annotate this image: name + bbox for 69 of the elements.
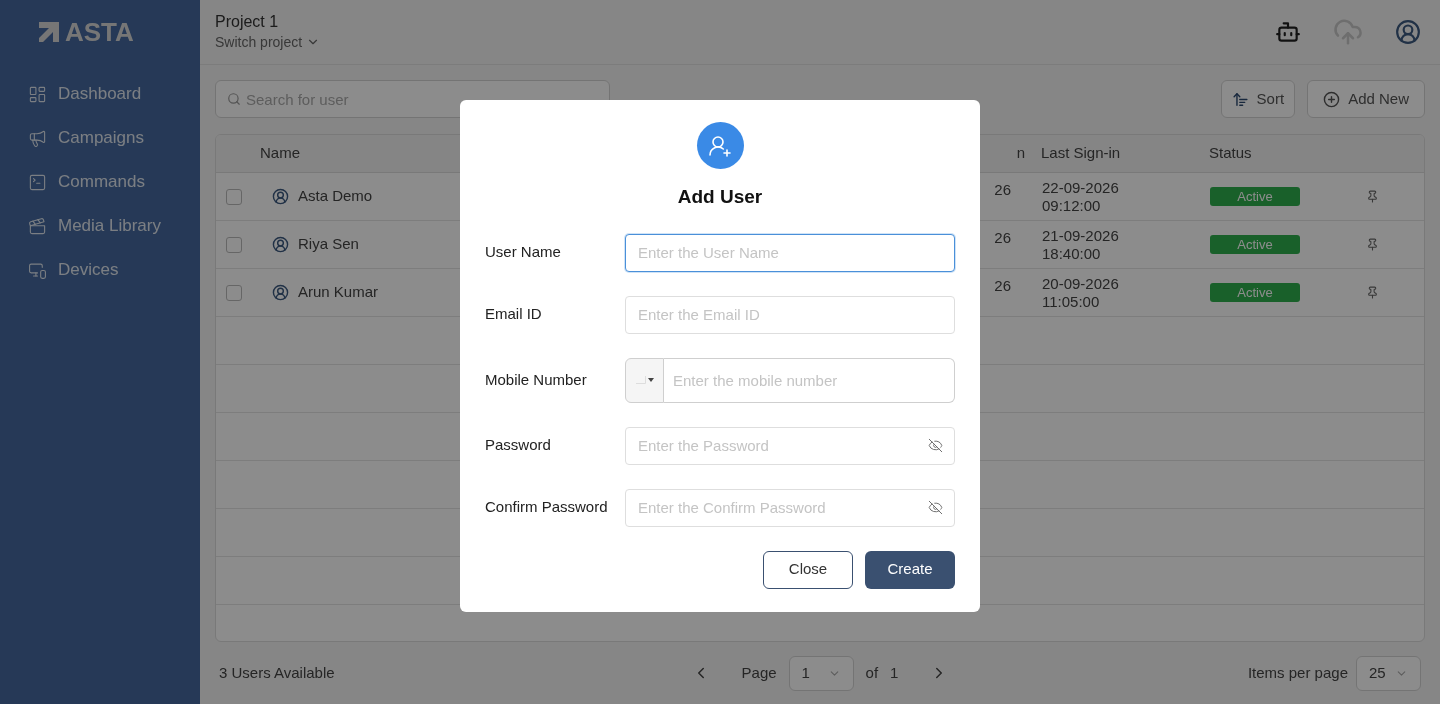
table-cell-text: 26 bbox=[994, 180, 1011, 200]
user-icon bbox=[272, 284, 289, 301]
sidebar-item[interactable]: Devices bbox=[28, 258, 200, 282]
caret-icon bbox=[647, 378, 654, 382]
add-user-icon bbox=[696, 122, 744, 169]
row-checkbox[interactable] bbox=[226, 284, 242, 301]
switch-project-button[interactable]: Switch project bbox=[215, 32, 321, 52]
eye-off-icon[interactable] bbox=[928, 437, 943, 453]
user-icon bbox=[272, 188, 289, 205]
password-field[interactable]: Enter the Password bbox=[625, 426, 955, 465]
sort-icon bbox=[1231, 90, 1249, 108]
row-checkbox[interactable] bbox=[226, 236, 242, 253]
column-header: Last Sign-in bbox=[1041, 143, 1122, 164]
table-cell-text: 22-09-2026 09:12:00 bbox=[1042, 178, 1120, 215]
table-cell-text: 20-09-2026 11:05:00 bbox=[1042, 274, 1120, 311]
avatar-icon[interactable] bbox=[1395, 19, 1421, 45]
status-badge: Active bbox=[1210, 235, 1300, 254]
pin-icon[interactable] bbox=[1366, 238, 1379, 251]
terminal-icon bbox=[28, 172, 47, 192]
column-header: Status bbox=[1209, 143, 1252, 164]
column-header: n bbox=[1015, 143, 1026, 164]
sort-button[interactable]: Sort bbox=[1220, 80, 1296, 118]
page-select[interactable]: 1 bbox=[788, 655, 854, 691]
sidebar-item[interactable]: Dashboard bbox=[28, 82, 200, 106]
items-per-page-select[interactable]: 25 bbox=[1356, 655, 1421, 691]
sidebar-item[interactable]: Media Library bbox=[28, 214, 200, 238]
table-cell-text: Arun Kumar bbox=[298, 282, 379, 303]
users-count: 3 Users Available bbox=[219, 662, 336, 683]
table-cell-text: Asta Demo bbox=[298, 186, 373, 207]
page-of-label: of bbox=[865, 662, 879, 683]
items-per-page-label: Items per page bbox=[1247, 662, 1348, 683]
add-new-button[interactable]: Add New bbox=[1307, 80, 1425, 118]
search-icon bbox=[227, 92, 241, 106]
field-label: Email ID bbox=[485, 304, 543, 325]
phone-field[interactable]: Enter the mobile number bbox=[664, 357, 955, 403]
row-checkbox[interactable] bbox=[226, 188, 242, 205]
dialog-title: Add User bbox=[677, 185, 763, 209]
pin-icon[interactable] bbox=[1366, 286, 1379, 299]
logo-text: ASTA bbox=[65, 20, 134, 44]
flag-icon bbox=[635, 376, 646, 384]
field-label: Confirm Password bbox=[485, 497, 609, 518]
create-button[interactable]: Create bbox=[865, 550, 955, 589]
table-cell-text: Riya Sen bbox=[298, 234, 359, 255]
field-label: User Name bbox=[485, 242, 562, 263]
video-icon bbox=[28, 216, 47, 236]
eye-off-icon[interactable] bbox=[928, 499, 943, 515]
pin-icon[interactable] bbox=[1366, 190, 1379, 203]
page-label: Page bbox=[741, 662, 777, 683]
field-label: Password bbox=[485, 435, 552, 456]
total-pages: 1 bbox=[890, 662, 899, 683]
logo-icon bbox=[37, 20, 61, 44]
status-badge: Active bbox=[1210, 187, 1300, 206]
password-field[interactable]: Enter the Confirm Password bbox=[625, 488, 955, 527]
sidebar-item[interactable]: Campaigns bbox=[28, 126, 200, 150]
robot-icon[interactable] bbox=[1275, 19, 1301, 45]
dashboard-icon bbox=[28, 84, 47, 104]
megaphone-icon bbox=[28, 128, 47, 148]
project-title: Project 1 bbox=[215, 12, 280, 32]
sidebar-item[interactable]: Commands bbox=[28, 170, 200, 194]
user-icon bbox=[272, 236, 289, 253]
close-button[interactable]: Close bbox=[763, 550, 853, 589]
text-field[interactable]: Enter the User Name bbox=[625, 233, 955, 272]
column-header: Name bbox=[260, 143, 301, 164]
plus-icon bbox=[1323, 90, 1341, 108]
table-cell-text: 26 bbox=[994, 228, 1011, 248]
status-badge: Active bbox=[1210, 283, 1300, 302]
table-cell-text: 26 bbox=[994, 276, 1011, 296]
field-label: Mobile Number bbox=[485, 369, 588, 390]
table-cell-text: 21-09-2026 18:40:00 bbox=[1042, 226, 1120, 263]
